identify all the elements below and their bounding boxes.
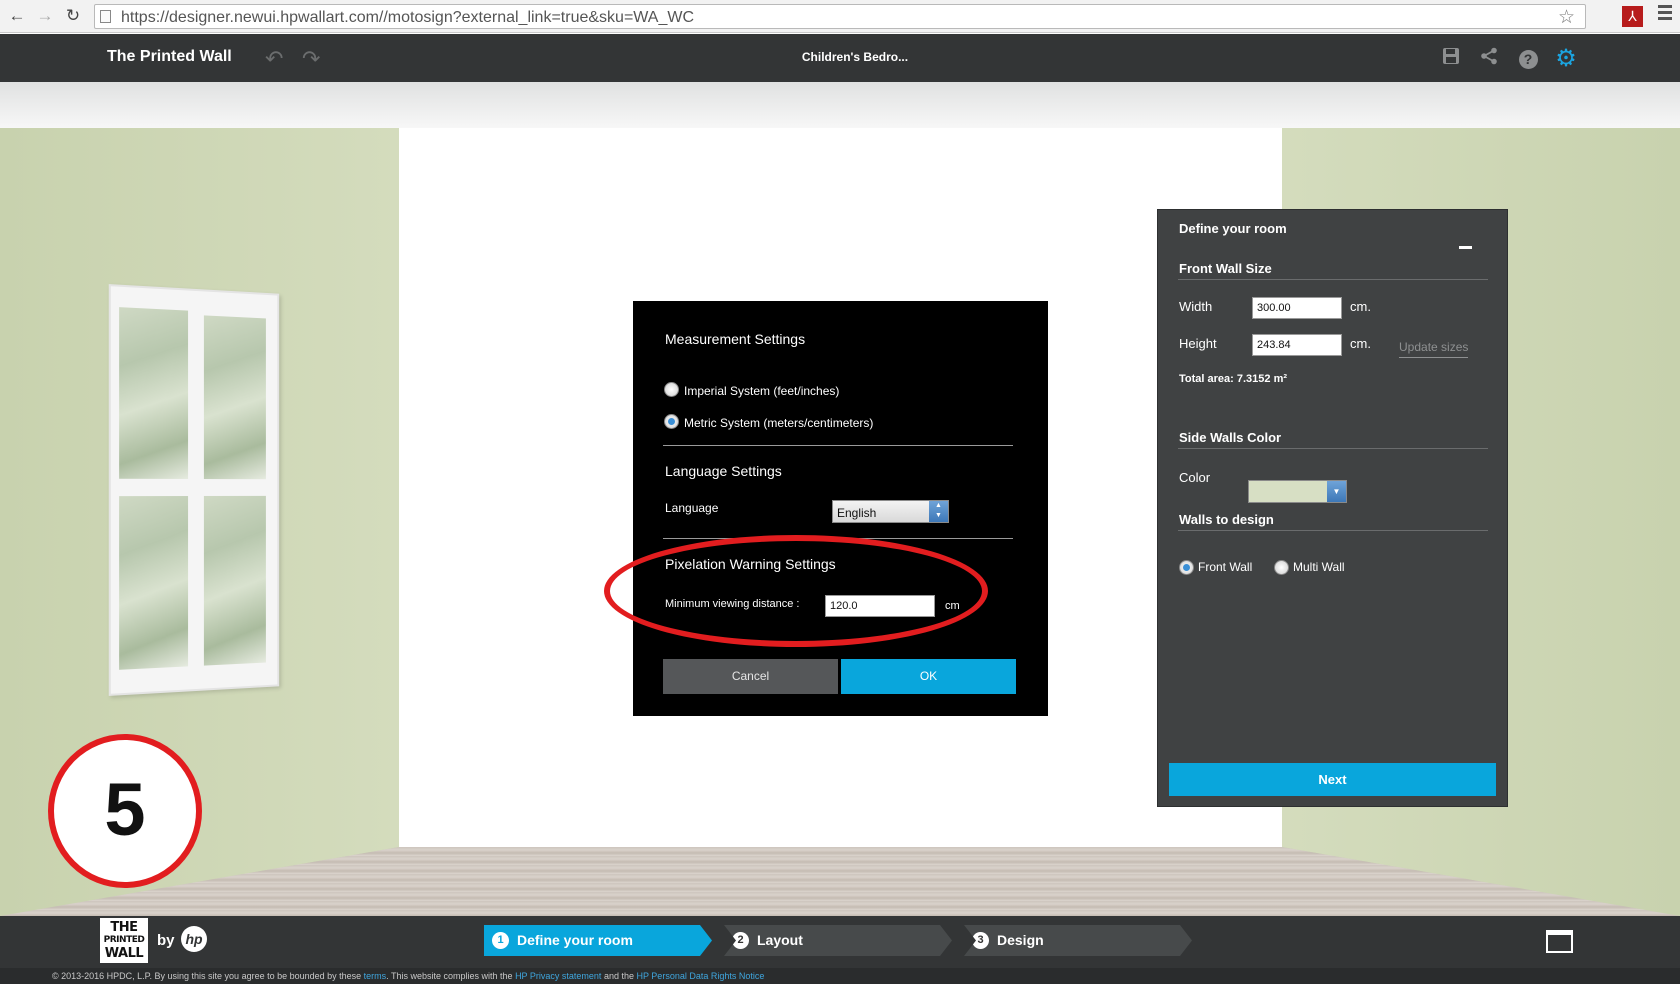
cancel-button[interactable]: Cancel	[663, 659, 838, 694]
reload-icon[interactable]: ↻	[62, 5, 84, 27]
pdf-extension-icon[interactable]: ⅄	[1622, 6, 1643, 27]
divider	[1178, 530, 1488, 531]
app-title: The Printed Wall	[107, 48, 232, 65]
help-icon[interactable]: ?	[1516, 47, 1540, 71]
share-icon[interactable]	[1477, 47, 1501, 71]
width-unit: cm.	[1350, 299, 1371, 314]
language-settings-heading: Language Settings	[665, 463, 782, 479]
url-text: https://designer.newui.hpwallart.com//mo…	[121, 9, 695, 26]
imperial-label[interactable]: Imperial System (feet/inches)	[684, 384, 839, 398]
front-wall-label[interactable]: Front Wall	[1198, 560, 1252, 574]
front-wall-radio[interactable]	[1179, 560, 1194, 575]
metric-label[interactable]: Metric System (meters/centimeters)	[684, 416, 873, 430]
fullscreen-icon[interactable]	[1546, 930, 1573, 953]
divider	[1178, 448, 1488, 449]
window-illustration	[108, 284, 280, 696]
back-icon[interactable]: ←	[6, 5, 28, 27]
by-label: by	[157, 932, 175, 949]
step-number: 3	[972, 932, 989, 949]
total-area: Total area: 7.3152 m²	[1179, 373, 1288, 385]
browser-menu-icon[interactable]	[1658, 5, 1672, 23]
privacy-link[interactable]: HP Privacy statement	[515, 971, 601, 981]
height-input[interactable]: 243.84	[1252, 334, 1342, 356]
multi-wall-label[interactable]: Multi Wall	[1293, 560, 1345, 574]
side-walls-color-heading: Side Walls Color	[1179, 430, 1282, 445]
min-distance-label: Minimum viewing distance :	[665, 598, 800, 610]
browser-toolbar: ← → ↻ https://designer.newui.hpwallart.c…	[0, 0, 1680, 33]
save-icon[interactable]	[1439, 47, 1463, 71]
width-input[interactable]: 300.00	[1252, 297, 1342, 319]
logo-line: WALL	[104, 946, 144, 961]
forward-icon[interactable]: →	[34, 5, 56, 27]
measurement-settings-heading: Measurement Settings	[665, 331, 806, 347]
hp-logo: hp	[181, 926, 207, 952]
document-title[interactable]: Children's Bedro...	[760, 50, 950, 64]
front-wall-size-heading: Front Wall Size	[1179, 261, 1272, 276]
multi-wall-radio[interactable]	[1274, 560, 1289, 575]
step-label: Layout	[757, 932, 803, 948]
divider	[663, 445, 1013, 446]
ceiling	[0, 82, 1680, 128]
height-label: Height	[1179, 336, 1217, 351]
settings-dialog: Measurement Settings Imperial System (fe…	[633, 301, 1048, 716]
panel-title: Define your room	[1179, 221, 1287, 236]
bottom-navigation: THE PRINTED WALL by hp 1 Define your roo…	[0, 916, 1680, 968]
update-sizes-link[interactable]: Update sizes	[1399, 340, 1469, 358]
step-label: Design	[997, 932, 1044, 948]
step-design[interactable]: 3 Design	[964, 925, 1192, 956]
walls-to-design-heading: Walls to design	[1179, 512, 1274, 527]
pixelation-settings-heading: Pixelation Warning Settings	[665, 556, 836, 572]
next-button[interactable]: Next	[1169, 763, 1496, 796]
color-label: Color	[1179, 470, 1211, 485]
bookmark-star-icon[interactable]: ☆	[1558, 6, 1575, 29]
address-bar[interactable]: https://designer.newui.hpwallart.com//mo…	[94, 4, 1586, 29]
printed-wall-logo: THE PRINTED WALL	[100, 918, 148, 963]
width-label: Width	[1179, 299, 1213, 314]
select-arrows-icon: ▲ ▼	[929, 501, 948, 522]
undo-icon[interactable]: ↶	[265, 46, 283, 72]
logo-line: THE	[110, 920, 138, 935]
language-select[interactable]: English ▲ ▼	[832, 500, 949, 523]
step-define-room[interactable]: 1 Define your room	[484, 925, 712, 956]
redo-icon[interactable]: ↷	[302, 46, 320, 72]
dropdown-arrow-icon: ▼	[1327, 481, 1346, 502]
ok-button[interactable]: OK	[841, 659, 1016, 694]
compliance-text: . This website complies with the	[386, 971, 516, 981]
step-number: 2	[732, 932, 749, 949]
copyright-text: © 2013-2016 HPDC, L.P. By using this sit…	[52, 971, 364, 981]
page-icon	[100, 10, 111, 23]
min-distance-unit: cm	[945, 600, 960, 612]
divider	[663, 538, 1013, 539]
minimize-icon[interactable]	[1459, 246, 1472, 249]
height-unit: cm.	[1350, 336, 1371, 351]
min-distance-input[interactable]: 120.0	[825, 595, 935, 617]
define-room-panel: Define your room Front Wall Size Width 3…	[1157, 209, 1508, 807]
language-label: Language	[665, 501, 719, 515]
data-rights-link[interactable]: HP Personal Data Rights Notice	[636, 971, 764, 981]
divider	[1178, 279, 1488, 280]
footer: © 2013-2016 HPDC, L.P. By using this sit…	[0, 968, 1680, 984]
step-number: 1	[492, 932, 509, 949]
step-layout[interactable]: 2 Layout	[724, 925, 952, 956]
terms-link[interactable]: terms	[364, 971, 387, 981]
side-wall-color-picker[interactable]: ▼	[1248, 480, 1347, 503]
language-select-value: English	[837, 506, 877, 520]
settings-gear-icon[interactable]: ⚙	[1554, 47, 1578, 71]
step-number-badge: 5	[48, 734, 202, 888]
metric-radio[interactable]	[664, 414, 679, 429]
and-text: and the	[601, 971, 637, 981]
imperial-radio[interactable]	[664, 382, 679, 397]
app-header: The Printed Wall ↶ ↷ Children's Bedro...…	[0, 34, 1680, 82]
step-label: Define your room	[517, 932, 633, 948]
